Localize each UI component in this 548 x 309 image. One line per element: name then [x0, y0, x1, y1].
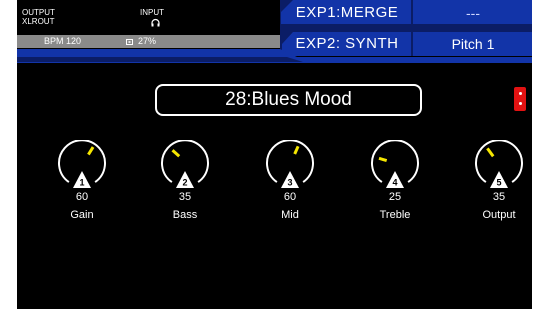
- knob-number: 5: [496, 178, 501, 188]
- knob-label: Bass: [172, 209, 198, 221]
- knob-output-dial: 5: [475, 140, 523, 188]
- knob-output[interactable]: 5 35 Output: [464, 140, 532, 235]
- cpu-chip-icon: [126, 39, 133, 45]
- knob-value: 35: [492, 191, 506, 203]
- knob-label: Mid: [281, 209, 299, 221]
- knob-bass-dial: 2: [161, 140, 209, 188]
- knob-label: Output: [482, 209, 516, 221]
- knob-value: 25: [388, 191, 402, 203]
- knob-label: Treble: [379, 209, 411, 221]
- knob-value: 35: [178, 191, 192, 203]
- input-label: INPUT: [140, 8, 164, 17]
- knob-treble-dial: 4: [371, 140, 419, 188]
- cpu-usage: 27%: [138, 36, 157, 46]
- exp2-value[interactable]: Pitch 1: [414, 33, 532, 55]
- tuner-indicator-icon[interactable]: [514, 87, 526, 111]
- knob-treble[interactable]: 4 25 Treble: [360, 140, 430, 235]
- knob-number: 4: [392, 178, 397, 188]
- knob-value: 60: [75, 191, 89, 203]
- knob-number: 1: [79, 178, 84, 188]
- knob-value: 60: [283, 191, 297, 203]
- knob-bass[interactable]: 2 35 Bass: [150, 140, 220, 235]
- exp1-value[interactable]: ---: [414, 2, 532, 24]
- knob-gain-dial: 1: [58, 140, 106, 188]
- knob-gain[interactable]: 1 60 Gain: [47, 140, 117, 235]
- bpm-readout: BPM 120: [44, 36, 82, 46]
- header-info-area: [17, 0, 280, 35]
- exp2-assignment[interactable]: EXP2: SYNTH: [282, 33, 412, 55]
- knob-label: Gain: [70, 209, 94, 221]
- knob-number: 2: [182, 178, 187, 188]
- knob-number: 3: [287, 178, 292, 188]
- output-label: OUTPUT: [22, 8, 55, 17]
- exp1-assignment[interactable]: EXP1:MERGE: [282, 2, 412, 24]
- headphones-icon: [151, 18, 160, 27]
- device-screen: OUTPUT XLROUT INPUT BPM 120 27% EXP1:MER…: [17, 0, 532, 309]
- knob-mid-dial: 3: [266, 140, 314, 188]
- knob-mid[interactable]: 3 60 Mid: [255, 140, 325, 235]
- output-value: XLROUT: [22, 17, 55, 26]
- preset-name[interactable]: 28:Blues Mood: [155, 84, 422, 116]
